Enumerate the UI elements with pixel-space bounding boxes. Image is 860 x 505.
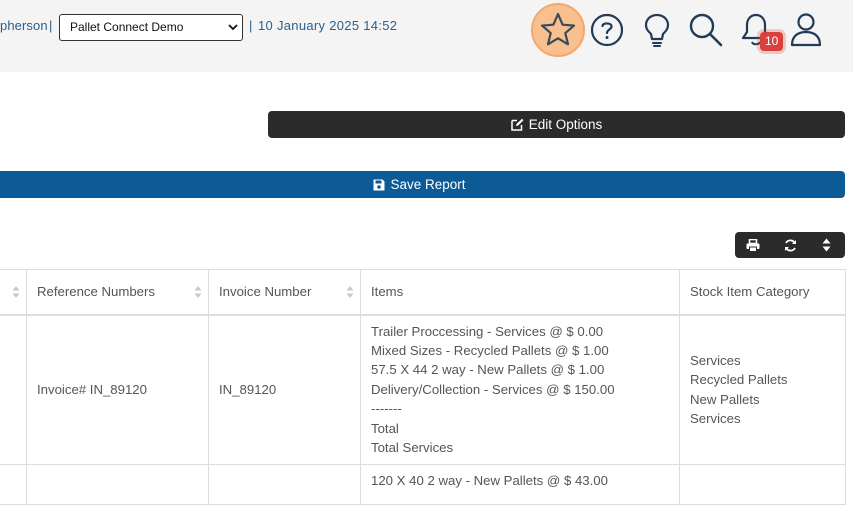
report-table: Reference Numbers Invoice Number Items S… [0,269,846,505]
user-name-link[interactable]: pherson [0,18,48,33]
separator: | [249,18,253,33]
column-header-stock-item-category[interactable]: Stock Item Category [679,269,846,316]
sort-icon [346,286,354,298]
category-line: Recycled Pallets [690,372,788,388]
table-cell [0,314,27,465]
save-report-label: Save Report [390,177,466,192]
invoice-cell: IN_89120 [208,314,361,465]
separator: | [49,18,53,33]
sort-icon [822,238,831,252]
chevron-down-icon [228,24,238,31]
top-bar: pherson | Pallet Connect Demo | 10 Janua… [0,0,853,72]
item-line: 57.5 X 44 2 way - New Pallets @ $ 1.00 [371,362,605,378]
company-select-value: Pallet Connect Demo [70,20,184,34]
sort-icon [12,286,20,298]
user-icon[interactable] [789,12,823,48]
reference-cell [26,464,209,505]
favourite-button[interactable] [531,3,585,57]
column-header-invoice-number[interactable]: Invoice Number [208,269,361,316]
table-cell [0,464,27,505]
sort-icon [194,286,202,298]
category-cell [679,464,846,505]
item-line: 120 X 40 2 way - New Pallets @ $ 43.00 [371,473,608,488]
save-icon [373,179,385,190]
item-line: Total Services [371,439,454,455]
refresh-icon [784,239,796,251]
table-row: Invoice# IN_89120 IN_89120 Trailer Procc… [0,314,846,465]
category-line: Services [690,352,741,368]
refresh-button[interactable] [772,232,809,258]
item-line: Delivery/Collection - Services @ $ 150.0… [371,381,615,397]
star-icon [540,12,576,46]
invoice-cell [208,464,361,505]
company-select[interactable]: Pallet Connect Demo [59,14,243,41]
print-icon [746,238,760,252]
edit-options-label: Edit Options [528,117,603,132]
category-cell: Services Recycled Pallets New Pallets Se… [679,314,846,465]
help-icon[interactable] [590,13,624,47]
sort-button[interactable] [808,232,845,258]
current-datetime: 10 January 2025 14:52 [258,18,398,33]
items-cell: 120 X 40 2 way - New Pallets @ $ 43.00 [360,464,680,505]
column-header-reference-numbers[interactable]: Reference Numbers [26,269,209,316]
item-line: Trailer Proccessing - Services @ $ 0.00 [371,323,604,339]
item-line: Mixed Sizes - Recycled Pallets @ $ 1.00 [371,342,609,358]
edit-options-button[interactable]: Edit Options [268,111,845,138]
page-edge [853,0,860,480]
save-report-button[interactable]: Save Report [0,171,845,198]
print-button[interactable] [735,232,772,258]
table-tools [735,232,845,258]
column-header[interactable] [0,269,27,316]
item-line: Total [371,420,399,436]
lightbulb-icon[interactable] [643,12,671,48]
items-cell: Trailer Proccessing - Services @ $ 0.00 … [360,314,680,465]
table-row: 120 X 40 2 way - New Pallets @ $ 43.00 [0,464,846,505]
category-line: Services [690,411,741,427]
reference-cell: Invoice# IN_89120 [26,314,209,465]
category-line: New Pallets [690,391,760,407]
search-icon[interactable] [688,12,724,48]
item-line: ------- [371,401,402,417]
edit-icon [510,118,524,131]
column-header-items[interactable]: Items [360,269,680,316]
notification-badge: 10 [760,32,784,51]
